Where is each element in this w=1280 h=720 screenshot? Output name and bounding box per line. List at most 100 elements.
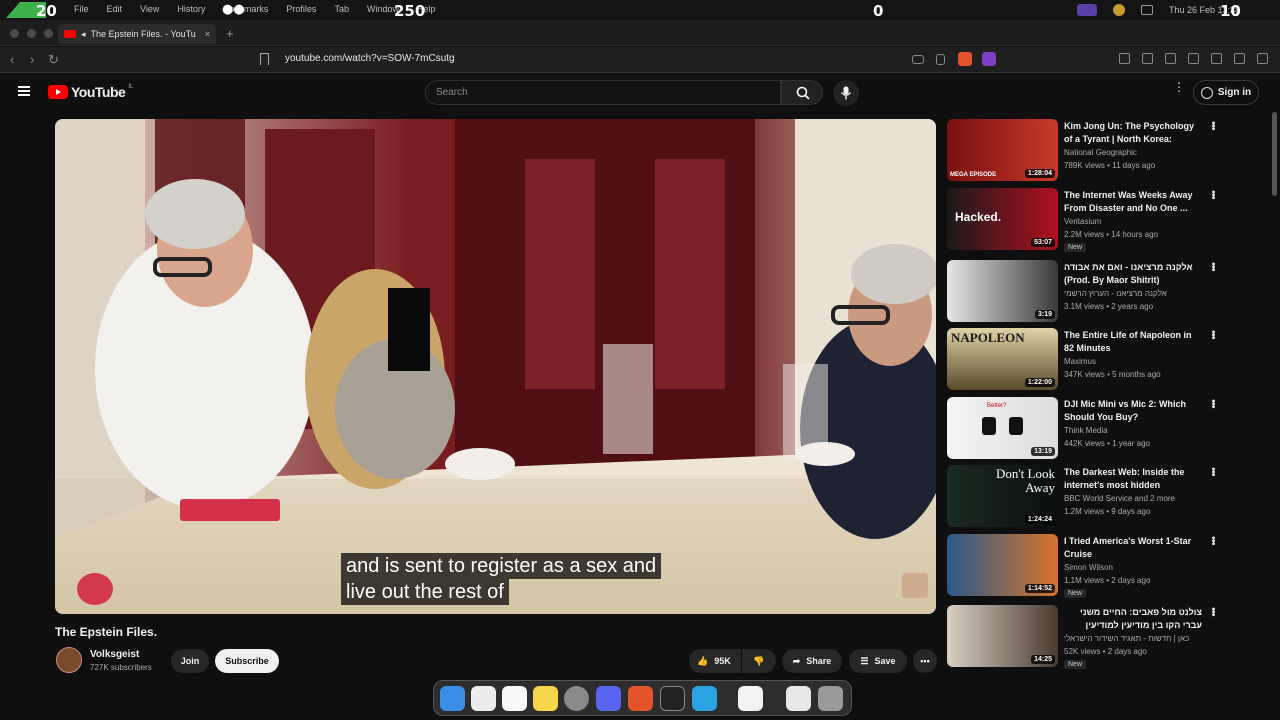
battery-icon[interactable] [1140,5,1153,15]
hamburger-menu-icon[interactable] [18,86,30,96]
search-input[interactable]: Search [425,80,781,105]
recommendation-item[interactable]: Better? 13:19 DJI Mic Mini vs Mic 2: Whi… [947,397,1267,461]
menu-file[interactable]: File [74,4,89,14]
recommendation-title[interactable]: DJI Mic Mini vs Mic 2: Which Should You … [1064,398,1202,423]
dislike-button[interactable]: 👎 [742,649,776,673]
status-app-icon[interactable] [1076,4,1097,16]
reader-icon[interactable] [1119,53,1130,64]
like-button[interactable]: 👍 95K [689,649,741,673]
vpn-icon[interactable] [1234,53,1245,64]
voice-search-button[interactable] [833,80,859,106]
more-options-icon[interactable]: ••• [1207,536,1219,545]
search-button[interactable] [781,80,823,105]
recommendation-item[interactable]: NAPOLEON 1:22:00 The Entire Life of Napo… [947,328,1267,392]
activity-monitor-icon[interactable] [660,686,685,711]
active-tab[interactable]: ◂ The Epstein Files. - YouTube × [58,24,216,44]
share-page-icon[interactable] [936,54,945,65]
more-options-icon[interactable]: ••• [1207,399,1219,408]
document-icon[interactable] [786,686,811,711]
recommendation-title[interactable]: צולנט מול פאבים: החיים משני עברי הקו בין… [1064,606,1202,632]
recommendation-title[interactable]: I Tried America's Worst 1-Star Cruise [1064,535,1202,560]
video-thumbnail[interactable]: 1:14:52 [947,534,1058,596]
discord-icon[interactable] [596,686,621,711]
channel-name[interactable]: Volksgeist [90,649,139,660]
video-thumbnail[interactable]: Hacked. 53:07 [947,188,1058,250]
video-player[interactable] [55,119,936,614]
subscribe-button[interactable]: Subscribe [215,649,279,673]
sidebar-icon[interactable] [1165,53,1176,64]
bookmark-icon[interactable] [260,53,269,65]
recommendation-title[interactable]: Kim Jong Un: The Psychology of a Tyrant … [1064,120,1202,146]
recommendation-item[interactable]: 1:14:52 I Tried America's Worst 1-Star C… [947,534,1267,598]
menu-view[interactable]: View [140,4,159,14]
more-options-icon[interactable]: ••• [1207,467,1219,476]
launchpad-icon[interactable] [471,686,496,711]
grid-app-icon[interactable] [738,686,763,711]
back-icon[interactable]: ‹ [10,52,14,67]
more-options-icon[interactable]: ••• [1207,190,1219,199]
recommendation-channel[interactable]: Veritasium [1064,217,1101,226]
recommendation-title[interactable]: The Entire Life of Napoleon in 82 Minute… [1064,329,1202,354]
brave-browser-icon[interactable] [628,686,653,711]
recommendation-title[interactable]: The Darkest Web: Inside the internet's m… [1064,466,1202,492]
video-thumbnail[interactable]: 3:19 [947,260,1058,322]
minimize-window-button[interactable] [27,29,36,38]
menu-profiles[interactable]: Profiles [286,4,316,14]
recommendation-channel[interactable]: אלקנה מרציאנו - הערוץ הרשמי [1064,289,1167,298]
recommendation-channel[interactable]: Think Media [1064,426,1108,435]
video-thumbnail[interactable]: Better? 13:19 [947,397,1058,459]
recommendation-channel[interactable]: National Geographic [1064,148,1137,157]
tab-close-icon[interactable]: × [205,29,210,39]
new-tab-button[interactable]: + [226,26,234,41]
url-text[interactable]: youtube.com/watch?v=SOW-7mCsutg [285,53,455,64]
channel-watermark-icon[interactable] [902,573,928,598]
wallet-icon[interactable] [1188,53,1199,64]
menu-tab[interactable]: Tab [334,4,349,14]
recommendation-item[interactable]: Don't Look Away 1:24:24 The Darkest Web:… [947,465,1267,529]
video-thumbnail[interactable]: Don't Look Away 1:24:24 [947,465,1058,527]
finder-icon[interactable] [440,686,465,711]
video-thumbnail[interactable]: NAPOLEON 1:22:00 [947,328,1058,390]
recommendation-channel[interactable]: Maximus [1064,357,1096,366]
brave-shield-icon[interactable] [958,52,972,66]
more-actions-button[interactable]: ••• [913,649,937,673]
reload-icon[interactable]: ↻ [48,52,59,68]
close-window-button[interactable] [10,29,19,38]
more-options-icon[interactable]: ••• [1207,330,1219,339]
rewards-icon[interactable] [982,52,996,66]
more-options-icon[interactable]: ••• [1207,262,1219,271]
system-settings-icon[interactable] [564,686,589,711]
notes-icon[interactable] [533,686,558,711]
recommendation-item[interactable]: 3:19 אלקנה מרציאנו - ואם את אבודה (Prod.… [947,260,1267,324]
save-button[interactable]: ☰ Save [849,649,907,673]
more-options-icon[interactable]: ••• [1207,607,1219,616]
leo-icon[interactable] [1211,53,1222,64]
cast-icon[interactable] [912,55,924,64]
calendar-icon[interactable] [502,686,527,711]
speaker-icon[interactable]: ◂ [81,29,86,40]
media-icon[interactable] [1142,53,1153,64]
recommendation-channel[interactable]: Simon Wilson [1064,563,1113,572]
youtube-logo[interactable]: YouTube IL [48,84,133,100]
join-button[interactable]: Join [171,649,209,673]
more-options-icon[interactable]: ••• [1207,121,1219,130]
page-scrollbar[interactable] [1272,112,1277,196]
recommendation-item[interactable]: MEGA EPISODE 1:28:04 Kim Jong Un: The Ps… [947,119,1267,183]
recommendation-title[interactable]: The Internet Was Weeks Away From Disaste… [1064,189,1202,214]
forward-icon[interactable]: › [30,52,34,67]
recommendation-channel[interactable]: BBC World Service and 2 more [1064,494,1175,503]
menu-icon[interactable] [1257,53,1268,64]
recommendation-item[interactable]: Hacked. 53:07 The Internet Was Weeks Awa… [947,188,1267,252]
telegram-icon[interactable] [692,686,717,711]
recommendation-title[interactable]: אלקנה מרציאנו - ואם את אבודה (Prod. By M… [1064,261,1202,286]
menu-edit[interactable]: Edit [107,4,123,14]
zoom-window-button[interactable] [44,29,53,38]
channel-avatar[interactable] [56,647,82,673]
settings-more-icon[interactable]: ⋮ [1173,81,1185,93]
trash-icon[interactable] [818,686,843,711]
menu-history[interactable]: History [177,4,205,14]
sign-in-button[interactable]: Sign in [1193,80,1259,105]
video-thumbnail[interactable]: MEGA EPISODE 1:28:04 [947,119,1058,181]
recommendation-channel[interactable]: כאן | חדשות - תאגיד השידור הישראלי [1064,634,1189,643]
moneybag-icon[interactable] [1112,4,1125,16]
